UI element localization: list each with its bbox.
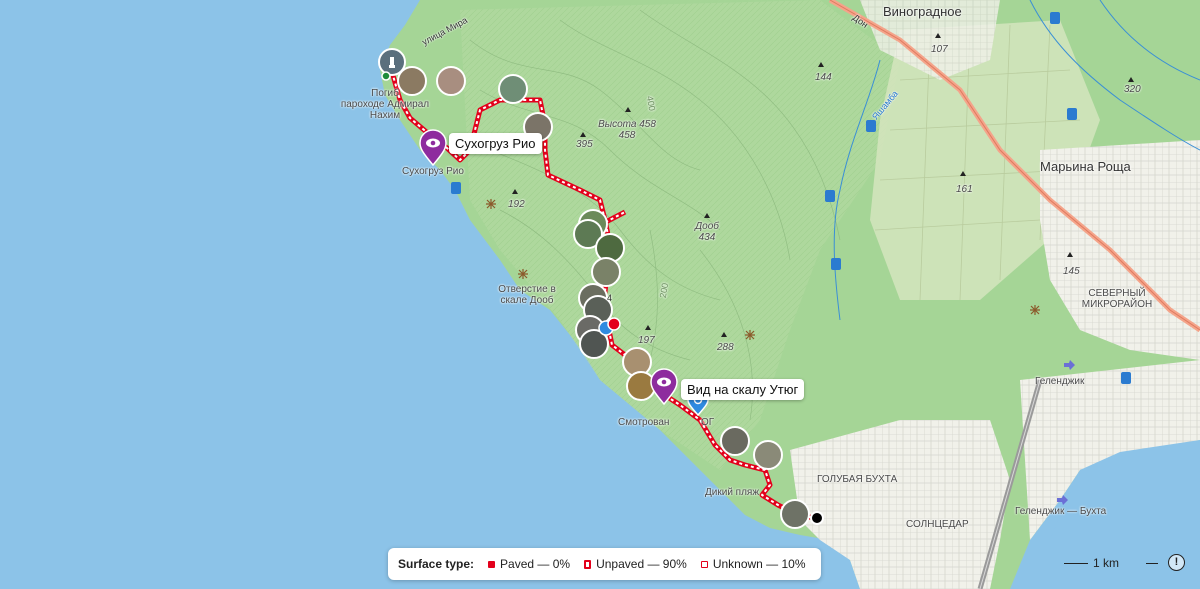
feature-otverstie-line2: скале Дооб — [500, 295, 554, 306]
peak-288: 288 — [717, 342, 734, 353]
legend-unknown-label: Unknown — 10% — [712, 557, 806, 571]
cave-icon — [1030, 305, 1040, 315]
place-severny: СЕВЕРНЫЙ МИКРОРАЙОН — [1072, 288, 1162, 310]
feature-otverstie: Отверстие в скале Дооб — [497, 284, 557, 306]
scale-bar — [1064, 563, 1088, 564]
photo-thumbnail-icon[interactable] — [720, 426, 750, 456]
peak-doob-name: Дооб — [695, 221, 719, 232]
peak-doob: Дооб 434 — [690, 221, 724, 243]
photo-thumbnail-icon[interactable] — [498, 74, 528, 104]
legend-unknown: Unknown — 10% — [700, 557, 806, 571]
start-marker-icon — [381, 71, 391, 81]
feature-smotrovaya: Смотрован — [618, 417, 670, 428]
feature-pogib-line3: Нахим — [369, 110, 401, 121]
photo-thumbnail-icon[interactable] — [436, 66, 466, 96]
peak-192: 192 — [508, 199, 525, 210]
feature-pogib-line1: Погиб — [371, 88, 399, 99]
peak-144: 144 — [815, 72, 832, 83]
photo-thumbnail-icon[interactable] — [780, 499, 810, 529]
place-gelendzhik-bukhta: Геленджик — Бухта — [1015, 506, 1107, 517]
peak-395: 395 — [576, 139, 593, 150]
cave-icon — [518, 269, 528, 279]
spring-icon — [451, 182, 461, 194]
photo-thumbnail-icon[interactable] — [626, 371, 656, 401]
legend-title: Surface type: — [398, 557, 475, 571]
photo-thumbnail-icon[interactable] — [591, 257, 621, 287]
spring-icon — [1050, 12, 1060, 24]
peak-doob-elev: 434 — [698, 232, 716, 243]
place-marina-roshcha: Марьина Роща — [1040, 159, 1131, 174]
peak-107: 107 — [931, 44, 948, 55]
route-point[interactable] — [607, 317, 621, 331]
place-severny-line1: СЕВЕРНЫЙ — [1088, 288, 1146, 299]
end-marker-icon[interactable] — [810, 511, 824, 525]
peak-vysota-name: Высота 458 — [598, 119, 656, 130]
map-canvas[interactable] — [0, 0, 1200, 589]
spring-icon — [825, 190, 835, 202]
feature-og: ОГ — [701, 417, 715, 428]
feature-diky: Дикий пляж — [705, 487, 760, 498]
legend-unpaved-label: Unpaved — 90% — [596, 557, 687, 571]
place-vinogradnoe: Виноградное — [883, 4, 962, 19]
legend-unpaved-swatch — [584, 560, 592, 570]
callout-sukhogruz[interactable]: Сухогруз Рио — [449, 133, 542, 154]
spring-icon — [831, 258, 841, 270]
place-golubaya-bukhta: ГОЛУБАЯ БУХТА — [817, 474, 898, 485]
legend-unknown-swatch — [700, 561, 708, 569]
cave-icon — [745, 330, 755, 340]
contour-400: 400 — [644, 95, 658, 112]
place-solntsedar: СОЛНЦЕДАР — [906, 519, 969, 530]
peak-197: 197 — [638, 335, 655, 346]
legend-paved: Paved — 0% — [488, 557, 570, 571]
legend-paved-label: Paved — 0% — [500, 557, 571, 571]
callout-utyug[interactable]: Вид на скалу Утюг — [681, 379, 805, 400]
spring-icon — [866, 120, 876, 132]
peak-vysota-elev: 458 — [618, 130, 636, 141]
place-gelendzhik: Геленджик — [1035, 376, 1085, 387]
scale-label: 1 km — [1093, 556, 1120, 570]
info-button[interactable]: ! — [1168, 554, 1185, 571]
surface-legend: Surface type: Paved — 0% Unpaved — 90% U… — [388, 548, 821, 580]
legend-unpaved: Unpaved — 90% — [584, 557, 687, 571]
legend-paved-swatch — [488, 561, 496, 569]
feature-otverstie-line1: Отверстие в — [498, 284, 556, 295]
contour-4: 4 — [607, 293, 613, 303]
place-severny-line2: МИКРОРАЙОН — [1081, 299, 1153, 310]
peak-320: 320 — [1124, 84, 1141, 95]
spring-icon — [1121, 372, 1131, 384]
feature-pogib: Погиб пароходе Адмирал Нахим — [340, 88, 430, 121]
feature-pogib-line2: пароходе Адмирал — [340, 99, 430, 110]
peak-161: 161 — [956, 184, 973, 195]
peak-145: 145 — [1063, 266, 1080, 277]
feature-sukhogruz-label: Сухогруз Рио — [402, 166, 464, 177]
spring-icon — [1067, 108, 1077, 120]
photo-thumbnail-icon[interactable] — [753, 440, 783, 470]
cave-icon — [486, 199, 496, 209]
peak-vysota: Высота 458 458 — [594, 119, 660, 141]
scale-bar-right — [1146, 563, 1158, 564]
